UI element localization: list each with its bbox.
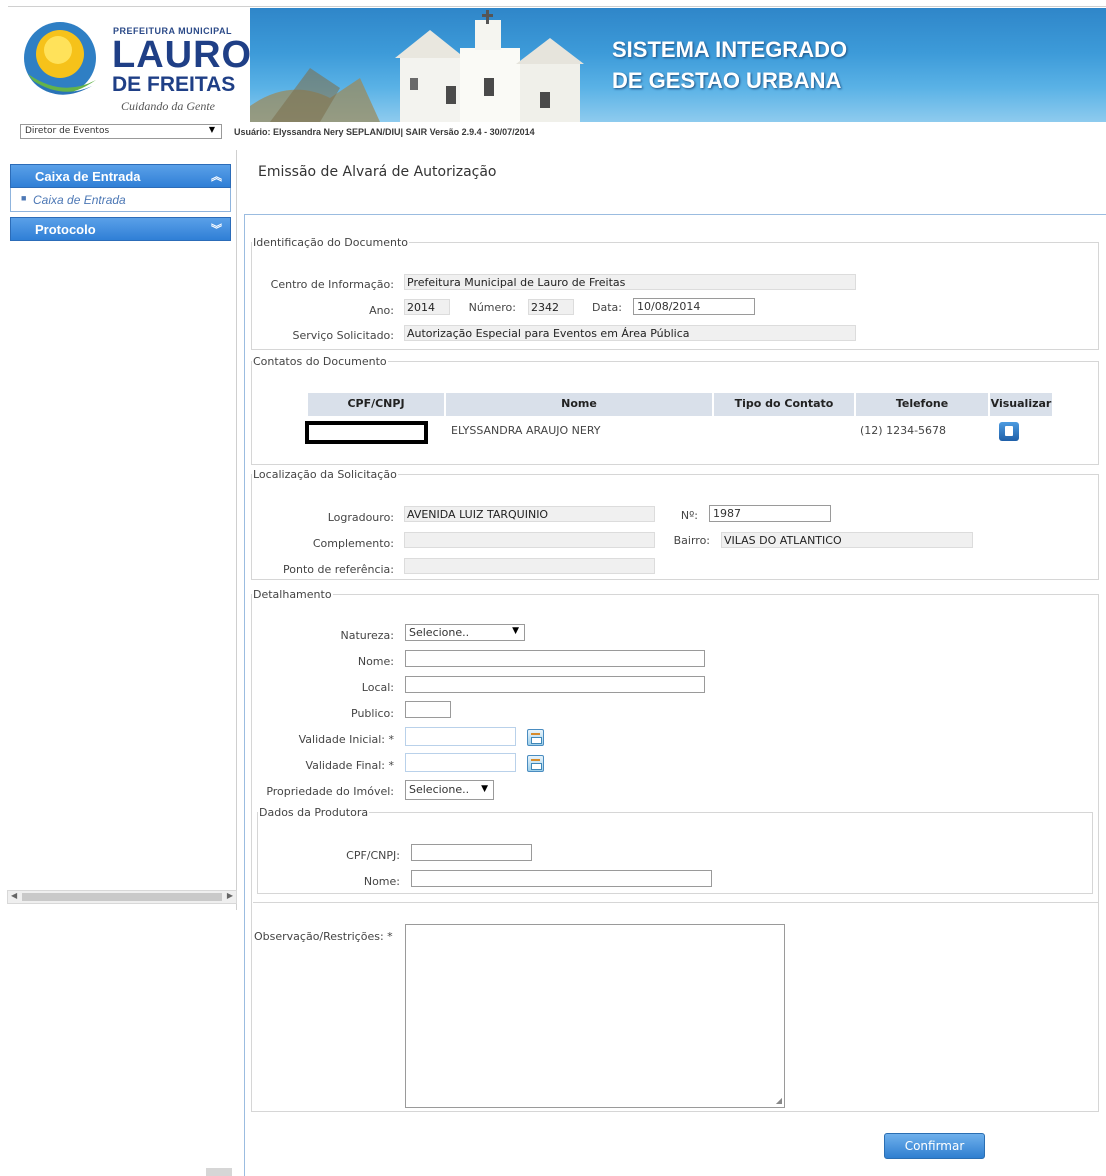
document-view-icon[interactable] bbox=[999, 422, 1019, 441]
complemento-label: Complemento: bbox=[312, 537, 394, 550]
numero-endereco-label: Nº: bbox=[680, 509, 698, 522]
produtora-nome-label: Nome: bbox=[363, 875, 400, 888]
user-info: Usuário: Elyssandra Nery SEPLAN/DIU| SAI… bbox=[234, 127, 535, 137]
bairro-label: Bairro: bbox=[673, 534, 710, 547]
redacted-cpf-cell bbox=[305, 421, 428, 444]
numero-endereco-field[interactable]: 1987 bbox=[709, 505, 831, 522]
natureza-label: Natureza: bbox=[340, 629, 394, 642]
sidebar-item-caixa-de-entrada[interactable]: ■ Caixa de Entrada bbox=[10, 188, 231, 212]
resize-grip[interactable] bbox=[206, 1168, 232, 1176]
sidebar: Caixa de Entrada ︽ ■ Caixa de Entrada Pr… bbox=[7, 150, 237, 910]
produtora-cpf-field[interactable] bbox=[411, 844, 532, 861]
servico-label: Serviço Solicitado: bbox=[292, 329, 394, 342]
system-title-line2: DE GESTAO URBANA bbox=[612, 68, 842, 93]
validade-final-label: Validade Final: * bbox=[305, 759, 394, 772]
nome-field[interactable] bbox=[405, 650, 705, 667]
scroll-right-icon[interactable]: ▶ bbox=[227, 891, 233, 900]
scrollbar-thumb[interactable] bbox=[22, 893, 222, 901]
role-select-value: Diretor de Eventos bbox=[25, 126, 110, 136]
data-field[interactable]: 10/08/2014 bbox=[633, 298, 755, 315]
produtora-cpf-label: CPF/CNPJ: bbox=[346, 849, 400, 862]
calendar-icon[interactable] bbox=[527, 729, 544, 746]
dropdown-arrow-icon: ▼ bbox=[208, 125, 215, 134]
column-header-cpf[interactable]: CPF/CNPJ bbox=[308, 393, 444, 416]
logradouro-field: AVENIDA LUIZ TARQUINIO bbox=[404, 506, 655, 522]
table-cell-telefone: (12) 1234-5678 bbox=[860, 424, 947, 437]
natureza-select-value: Selecione.. bbox=[409, 626, 470, 639]
role-select[interactable]: Diretor de Eventos ▼ bbox=[20, 124, 222, 139]
validade-final-field[interactable] bbox=[405, 753, 516, 772]
column-header-tipo[interactable]: Tipo do Contato bbox=[714, 393, 854, 416]
ano-field: 2014 bbox=[404, 299, 450, 315]
scroll-left-icon[interactable]: ◀ bbox=[11, 891, 17, 900]
fieldset-legend: Dados da Produtora bbox=[259, 806, 369, 819]
bullet-icon: ■ bbox=[21, 193, 27, 203]
centro-label: Centro de Informação: bbox=[270, 278, 394, 291]
produtora-nome-field[interactable] bbox=[411, 870, 712, 887]
servico-field: Autorização Especial para Eventos em Áre… bbox=[404, 325, 856, 341]
header-banner: SISTEMA INTEGRADO DE GESTAO URBANA bbox=[250, 8, 1106, 122]
sidebar-section-label: Caixa de Entrada bbox=[35, 169, 141, 184]
referencia-label: Ponto de referência: bbox=[283, 563, 394, 576]
validade-inicial-field[interactable] bbox=[405, 727, 516, 746]
natureza-select[interactable]: Selecione.. ▼ bbox=[405, 624, 525, 641]
propriedade-label: Propriedade do Imóvel: bbox=[266, 785, 394, 798]
fieldset-legend: Identificação do Documento bbox=[253, 236, 408, 249]
logo-emblem-icon bbox=[24, 22, 96, 95]
dropdown-arrow-icon: ▼ bbox=[481, 784, 488, 794]
up-chevron-icon: ︽ bbox=[211, 171, 222, 183]
publico-label: Publico: bbox=[351, 707, 394, 720]
observacao-textarea[interactable]: ◢ bbox=[405, 924, 785, 1108]
table-cell-nome: ELYSSANDRA ARAUJO NERY bbox=[451, 424, 601, 437]
system-title: SISTEMA INTEGRADO DE GESTAO URBANA bbox=[612, 34, 847, 96]
bairro-field: VILAS DO ATLANTICO bbox=[721, 532, 973, 548]
fieldset-legend: Localização da Solicitação bbox=[253, 468, 397, 481]
column-header-telefone[interactable]: Telefone bbox=[856, 393, 988, 416]
data-label: Data: bbox=[592, 301, 622, 314]
fieldset-legend: Detalhamento bbox=[253, 588, 332, 601]
logo-tagline: Cuidando da Gente bbox=[121, 99, 215, 113]
propriedade-select[interactable]: Selecione.. ▼ bbox=[405, 780, 494, 800]
table-cell-tipo bbox=[716, 420, 854, 442]
column-header-visualizar[interactable]: Visualizar bbox=[990, 393, 1052, 416]
local-field[interactable] bbox=[405, 676, 705, 693]
centro-field: Prefeitura Municipal de Lauro de Freitas bbox=[404, 274, 856, 290]
ano-label: Ano: bbox=[369, 304, 394, 317]
sidebar-section-protocolo[interactable]: Protocolo ︾ bbox=[10, 217, 231, 241]
numero-field: 2342 bbox=[528, 299, 574, 315]
confirm-button[interactable]: Confirmar bbox=[884, 1133, 985, 1159]
fieldset-legend: Contatos do Documento bbox=[253, 355, 387, 368]
observacao-label: Observação/Restrições: * bbox=[254, 930, 393, 943]
propriedade-select-value: Selecione.. bbox=[409, 783, 470, 796]
resize-grip-icon[interactable]: ◢ bbox=[776, 1096, 782, 1105]
down-chevron-icon: ︾ bbox=[211, 224, 222, 236]
logo-name-line1: LAURO bbox=[112, 34, 253, 76]
sidebar-section-caixa-de-entrada[interactable]: Caixa de Entrada ︽ bbox=[10, 164, 231, 188]
page-title: Emissão de Alvará de Autorização bbox=[258, 164, 497, 180]
local-label: Local: bbox=[361, 681, 394, 694]
sidebar-horizontal-scrollbar[interactable]: ◀ ▶ bbox=[7, 890, 237, 904]
dropdown-arrow-icon: ▼ bbox=[512, 626, 519, 636]
logradouro-label: Logradouro: bbox=[327, 511, 394, 524]
referencia-field bbox=[404, 558, 655, 574]
validade-inicial-label: Validade Inicial: * bbox=[298, 733, 394, 746]
sidebar-item-label: Caixa de Entrada bbox=[33, 193, 126, 207]
nome-label: Nome: bbox=[357, 655, 394, 668]
complemento-field bbox=[404, 532, 655, 548]
logo-name-line2: DE FREITAS bbox=[112, 73, 236, 96]
system-title-line1: SISTEMA INTEGRADO bbox=[612, 37, 848, 62]
publico-field[interactable] bbox=[405, 701, 451, 718]
column-header-nome[interactable]: Nome bbox=[446, 393, 712, 416]
numero-label: Número: bbox=[468, 301, 516, 314]
divider bbox=[253, 902, 1099, 903]
calendar-icon[interactable] bbox=[527, 755, 544, 772]
sidebar-section-label: Protocolo bbox=[35, 222, 96, 237]
